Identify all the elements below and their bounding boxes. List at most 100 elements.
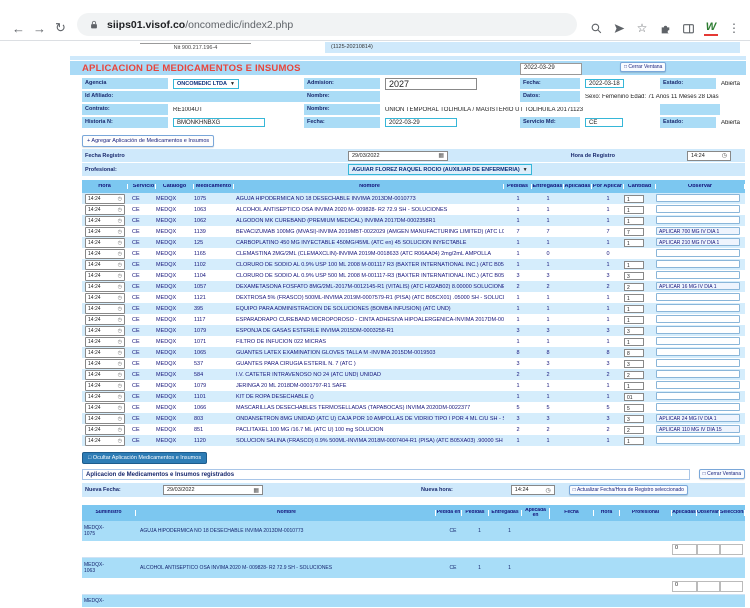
cantidad-input[interactable]: 1 [624, 195, 644, 203]
cantidad-input[interactable]: 3 [624, 415, 644, 423]
hora-time-input[interactable]: 14:24◷ [85, 370, 125, 380]
hora-time-input[interactable]: 14:24◷ [85, 260, 125, 270]
observar-input[interactable] [656, 403, 740, 411]
observar-input[interactable]: APLICAR 24 MG IV DIA 1 [656, 414, 740, 422]
observar-input[interactable] [656, 315, 740, 323]
hora-time-input[interactable]: 14:24◷ [85, 205, 125, 215]
hora-time-input[interactable]: 14:24◷ [85, 348, 125, 358]
cantidad-input[interactable]: 01 [624, 393, 644, 401]
observar-input[interactable] [656, 249, 740, 257]
hora-time-input[interactable]: 14:24◷ [85, 293, 125, 303]
nueva-hora-input[interactable]: 14:24◷ [511, 485, 555, 495]
hora-time-input[interactable]: 14:24◷ [85, 414, 125, 424]
hora-time-input[interactable]: 14:24◷ [85, 392, 125, 402]
profesional-select[interactable]: AGUIAR FLOREZ RAQUEL ROCIO (AUXILIAR DE … [348, 164, 532, 175]
observar-input[interactable] [656, 293, 740, 301]
sidebar-icon[interactable] [681, 21, 695, 35]
cantidad-input[interactable]: 1 [624, 206, 644, 214]
extension-w-icon[interactable]: W [704, 20, 718, 36]
observar-input[interactable] [656, 436, 740, 444]
cantidad-input[interactable]: 3 [624, 360, 644, 368]
hora-time-input[interactable]: 14:24◷ [85, 194, 125, 204]
observar-input[interactable] [656, 381, 740, 389]
hora-time-input[interactable]: 14:24◷ [85, 249, 125, 259]
cantidad-input[interactable]: 1 [624, 382, 644, 390]
bookmark-star-icon[interactable]: ☆ [635, 21, 649, 35]
hora-time-input[interactable]: 14:24◷ [85, 227, 125, 237]
observar-input[interactable] [656, 337, 740, 345]
hora-time-input[interactable]: 14:24◷ [85, 337, 125, 347]
cantidad-input[interactable]: 2 [624, 371, 644, 379]
observar-input[interactable]: APLICAR 16 MG IV DIA 1 [656, 282, 740, 290]
address-bar[interactable]: siips01.visof.co/oncomedic/index2.php [77, 13, 577, 36]
hora-time-input[interactable]: 14:24◷ [85, 359, 125, 369]
reload-button[interactable]: ↻ [50, 20, 71, 36]
observar-input[interactable] [656, 359, 740, 367]
seleccionar-sub-checkbox[interactable] [720, 581, 743, 592]
fecha-registro-input[interactable]: 29/03/2022▦ [348, 151, 448, 161]
hora-time-input[interactable]: 14:24◷ [85, 216, 125, 226]
hora-time-input[interactable]: 14:24◷ [85, 271, 125, 281]
forward-button[interactable]: → [29, 21, 50, 36]
title-date-input[interactable]: 2022-03-29 [520, 63, 582, 75]
observar-input[interactable]: APLICAR 210 MG IV DIA 1 [656, 238, 740, 246]
agregar-aplicacion-button[interactable]: + Agregar Aplicación de Medicamentos e I… [82, 135, 214, 147]
cantidad-input[interactable]: 5 [624, 404, 644, 412]
observar-input[interactable] [656, 370, 740, 378]
fecha-historia-input[interactable]: 2022-03-29 [385, 118, 457, 127]
cantidad-input[interactable]: 1 [624, 305, 644, 313]
fecha-admision-input[interactable]: 2022-03-18 [585, 79, 624, 88]
seleccionar-sub-checkbox[interactable] [720, 544, 743, 555]
admision-input[interactable]: 2027 [385, 78, 477, 90]
cantidad-input[interactable]: 1 [624, 261, 644, 269]
cantidad-input[interactable]: 2 [624, 426, 644, 434]
cantidad-input[interactable]: 2 [624, 283, 644, 291]
back-button[interactable]: ← [8, 21, 29, 36]
observar-input[interactable] [656, 205, 740, 213]
cantidad-input[interactable]: 1 [624, 294, 644, 302]
hora-time-input[interactable]: 14:24◷ [85, 238, 125, 248]
cerrar-ventana-button-2[interactable]: □ Cerrar Ventana [699, 469, 745, 479]
cantidad-input[interactable]: 7 [624, 228, 644, 236]
hora-time-input[interactable]: 14:24◷ [85, 326, 125, 336]
historia-input[interactable]: BMONKHNBXG [173, 118, 265, 127]
observar-input[interactable]: APLICAR 110 MG IV DIA 15 [656, 425, 740, 433]
actualizar-fecha-button[interactable]: □ Actualizar Fecha/Hora de Registro sele… [569, 485, 688, 495]
observar-input[interactable] [656, 216, 740, 224]
cantidad-input[interactable]: 1 [624, 316, 644, 324]
search-icon[interactable] [589, 21, 603, 35]
cantidad-input[interactable]: 1 [624, 217, 644, 225]
nueva-fecha-input[interactable]: 29/03/2022▦ [163, 485, 263, 495]
cantidad-input[interactable]: 3 [624, 327, 644, 335]
cantidad-input[interactable]: 3 [624, 272, 644, 280]
observar-input[interactable] [656, 271, 740, 279]
servicio-md-input[interactable]: CE [585, 118, 623, 127]
menu-dots-icon[interactable]: ⋮ [727, 21, 741, 35]
hora-time-input[interactable]: 14:24◷ [85, 282, 125, 292]
observar-input[interactable] [656, 326, 740, 334]
observar-input[interactable] [656, 194, 740, 202]
observar-input[interactable] [656, 348, 740, 356]
observar-sub-input[interactable] [697, 544, 720, 555]
hora-time-input[interactable]: 14:24◷ [85, 425, 125, 435]
observar-input[interactable] [656, 392, 740, 400]
close-window-button[interactable]: □ Cerrar Ventana [620, 62, 666, 72]
hora-time-input[interactable]: 14:24◷ [85, 381, 125, 391]
hora-time-input[interactable]: 14:24◷ [85, 403, 125, 413]
hora-time-input[interactable]: 14:24◷ [85, 315, 125, 325]
cantidad-input[interactable]: 1 [624, 437, 644, 445]
observar-sub-input[interactable] [697, 581, 720, 592]
cantidad-input[interactable]: 1 [624, 239, 644, 247]
send-icon[interactable] [612, 21, 626, 35]
observar-input[interactable] [656, 304, 740, 312]
extensions-puzzle-icon[interactable] [658, 21, 672, 35]
hora-registro-input[interactable]: 14:24◷ [687, 151, 731, 161]
hora-time-input[interactable]: 14:24◷ [85, 304, 125, 314]
observar-input[interactable]: APLICAR 700 MG IV DIA 1 [656, 227, 740, 235]
cantidad-input[interactable]: 8 [624, 349, 644, 357]
cantidad-input[interactable]: 1 [624, 338, 644, 346]
agencia-select[interactable]: ONCOMEDIC LTDA▼ [173, 79, 239, 89]
hora-time-input[interactable]: 14:24◷ [85, 436, 125, 446]
ocultar-aplicacion-button[interactable]: □ Ocultar Aplicación Medicamentos e Insu… [82, 452, 207, 464]
observar-input[interactable] [656, 260, 740, 268]
